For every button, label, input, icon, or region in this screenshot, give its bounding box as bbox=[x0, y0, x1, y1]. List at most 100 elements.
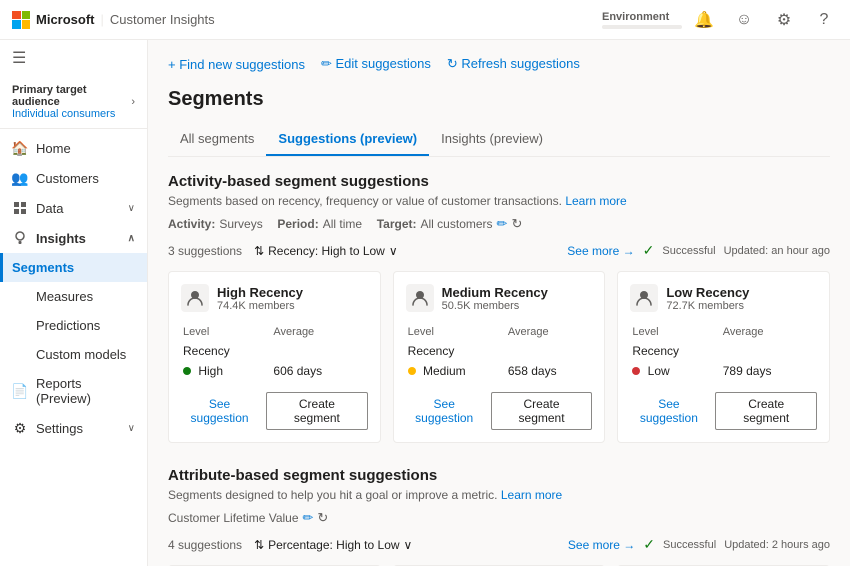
sidebar-divider bbox=[0, 128, 147, 129]
create-segment-button[interactable]: Create segment bbox=[715, 392, 817, 430]
sidebar-item-insights[interactable]: Insights ∧ bbox=[0, 223, 147, 253]
sidebar-item-label: Segments bbox=[12, 260, 135, 275]
sidebar: ☰ Primary target audience Individual con… bbox=[0, 40, 148, 566]
activity-see-more-button[interactable]: See more → bbox=[567, 244, 634, 258]
sort-chevron-icon: ∨ bbox=[404, 538, 413, 552]
level-dot-icon bbox=[183, 367, 191, 375]
table-row: Recency bbox=[183, 342, 271, 360]
card-title: Medium Recency bbox=[442, 285, 548, 300]
card-subtitle: 50.5K members bbox=[442, 300, 548, 312]
card-table: Level Average Recency Low 78 bbox=[630, 322, 817, 382]
sidebar-item-reports[interactable]: 📄 Reports (Preview) bbox=[0, 369, 147, 413]
activity-card-2: Low Recency 72.7K members Level Average … bbox=[617, 271, 830, 443]
see-suggestion-link[interactable]: See suggestion bbox=[181, 397, 258, 425]
attribute-section-desc: Segments designed to help you hit a goal… bbox=[168, 488, 830, 502]
help-icon[interactable]: ? bbox=[810, 6, 838, 34]
topbar-icons: 🔔 ☺ ⚙ ? bbox=[690, 6, 838, 34]
sidebar-item-label: Data bbox=[36, 201, 120, 216]
activity-sort-dropdown[interactable]: ⇅ Recency: High to Low ∨ bbox=[254, 244, 398, 258]
card-table: Level Average Recency Medium bbox=[406, 322, 593, 382]
sidebar-item-home[interactable]: 🏠 Home bbox=[0, 133, 147, 163]
sidebar-item-label: Home bbox=[36, 141, 135, 156]
see-suggestion-link[interactable]: See suggestion bbox=[630, 397, 707, 425]
sort-icon: ⇅ bbox=[254, 244, 264, 258]
audience-label: Primary target audience bbox=[12, 84, 131, 108]
sidebar-item-customers[interactable]: 👥 Customers bbox=[0, 163, 147, 193]
attribute-section: Attribute-based segment suggestions Segm… bbox=[168, 467, 830, 566]
level-dot-icon bbox=[632, 367, 640, 375]
audience-chevron-icon: › bbox=[131, 96, 135, 108]
sidebar-item-label: Predictions bbox=[36, 318, 135, 333]
app-name: Customer Insights bbox=[110, 12, 215, 27]
tabs-bar: All segments Suggestions (preview) Insig… bbox=[168, 123, 830, 157]
sidebar-item-predictions[interactable]: Predictions bbox=[0, 311, 147, 340]
activity-cards-grid: High Recency 74.4K members Level Average… bbox=[168, 271, 830, 443]
see-suggestion-link[interactable]: See suggestion bbox=[406, 397, 483, 425]
tab-insights[interactable]: Insights (preview) bbox=[429, 123, 555, 156]
sidebar-audience: Primary target audience Individual consu… bbox=[0, 76, 147, 124]
create-segment-button[interactable]: Create segment bbox=[491, 392, 593, 430]
main-content: + Find new suggestions ✏ Edit suggestion… bbox=[148, 40, 850, 566]
activity-refresh-icon[interactable]: ↻ bbox=[511, 216, 522, 232]
tab-suggestions[interactable]: Suggestions (preview) bbox=[266, 123, 429, 156]
refresh-suggestions-button[interactable]: ↻ Refresh suggestions bbox=[447, 56, 580, 72]
user-icon[interactable]: ☺ bbox=[730, 6, 758, 34]
tab-all-segments[interactable]: All segments bbox=[168, 123, 266, 156]
activity-section-desc: Segments based on recency, frequency or … bbox=[168, 194, 830, 208]
page-title: Segments bbox=[168, 88, 830, 111]
attribute-edit-icon[interactable]: ✏ bbox=[303, 510, 314, 526]
card-table: Level Average Recency Hig bbox=[181, 322, 368, 382]
card-icon bbox=[630, 284, 658, 312]
sidebar-item-segments[interactable]: Segments bbox=[0, 253, 147, 282]
environment-label: Environment bbox=[602, 11, 682, 29]
activity-status-icon: ✓ bbox=[643, 242, 655, 259]
sidebar-item-label: Customers bbox=[36, 171, 135, 186]
attribute-see-more-button[interactable]: See more → bbox=[568, 538, 635, 552]
attribute-learn-more-link[interactable]: Learn more bbox=[501, 488, 562, 502]
activity-section-title: Activity-based segment suggestions bbox=[168, 173, 830, 190]
sidebar-item-custom-models[interactable]: Custom models bbox=[0, 340, 147, 369]
audience-sub[interactable]: Individual consumers bbox=[12, 108, 131, 120]
sort-chevron-icon: ∨ bbox=[389, 244, 398, 258]
card-subtitle: 74.4K members bbox=[217, 300, 303, 312]
attribute-filter-bar: 4 suggestions ⇅ Percentage: High to Low … bbox=[168, 536, 830, 553]
sidebar-item-settings[interactable]: ⚙ Settings ∨ bbox=[0, 413, 147, 443]
attribute-status-icon: ✓ bbox=[643, 536, 655, 553]
attribute-refresh-icon[interactable]: ↻ bbox=[317, 510, 328, 526]
sidebar-item-measures[interactable]: Measures bbox=[0, 282, 147, 311]
activity-section: Activity-based segment suggestions Segme… bbox=[168, 173, 830, 443]
notification-icon[interactable]: 🔔 bbox=[690, 6, 718, 34]
attribute-status: Successful bbox=[663, 539, 716, 551]
card-title: Low Recency bbox=[666, 285, 749, 300]
settings-chevron-icon: ∨ bbox=[128, 423, 135, 434]
attribute-sort-dropdown[interactable]: ⇅ Percentage: High to Low ∨ bbox=[254, 538, 412, 552]
card-subtitle: 72.7K members bbox=[666, 300, 749, 312]
hamburger-icon[interactable]: ☰ bbox=[12, 48, 26, 68]
topbar-logo: Microsoft | Customer Insights bbox=[12, 11, 215, 29]
sidebar-item-data[interactable]: Data ∨ bbox=[0, 193, 147, 223]
activity-meta: Activity: Surveys Period: All time Targe… bbox=[168, 216, 830, 232]
activity-updated: Updated: an hour ago bbox=[724, 245, 830, 257]
level-dot-icon bbox=[408, 367, 416, 375]
edit-suggestions-button[interactable]: ✏ Edit suggestions bbox=[321, 56, 431, 72]
card-icon bbox=[181, 284, 209, 312]
sort-icon: ⇅ bbox=[254, 538, 264, 552]
insights-chevron-icon: ∧ bbox=[128, 233, 135, 244]
find-new-suggestions-button[interactable]: + Find new suggestions bbox=[168, 56, 305, 72]
card-title: High Recency bbox=[217, 285, 303, 300]
sidebar-header: ☰ bbox=[0, 40, 147, 76]
sidebar-item-label: Reports (Preview) bbox=[36, 376, 135, 406]
attribute-section-title: Attribute-based segment suggestions bbox=[168, 467, 830, 484]
insights-icon bbox=[12, 230, 28, 246]
settings-icon[interactable]: ⚙ bbox=[770, 6, 798, 34]
activity-card-0: High Recency 74.4K members Level Average… bbox=[168, 271, 381, 443]
activity-learn-more-link[interactable]: Learn more bbox=[565, 194, 626, 208]
create-segment-button[interactable]: Create segment bbox=[266, 392, 368, 430]
activity-filter-bar: 3 suggestions ⇅ Recency: High to Low ∨ S… bbox=[168, 242, 830, 259]
activity-edit-icon[interactable]: ✏ bbox=[497, 216, 508, 232]
sidebar-item-label: Settings bbox=[36, 421, 120, 436]
topbar: Microsoft | Customer Insights Environmen… bbox=[0, 0, 850, 40]
brand-name: Microsoft bbox=[36, 12, 95, 27]
data-chevron-icon: ∨ bbox=[128, 203, 135, 214]
sidebar-item-label: Measures bbox=[36, 289, 135, 304]
